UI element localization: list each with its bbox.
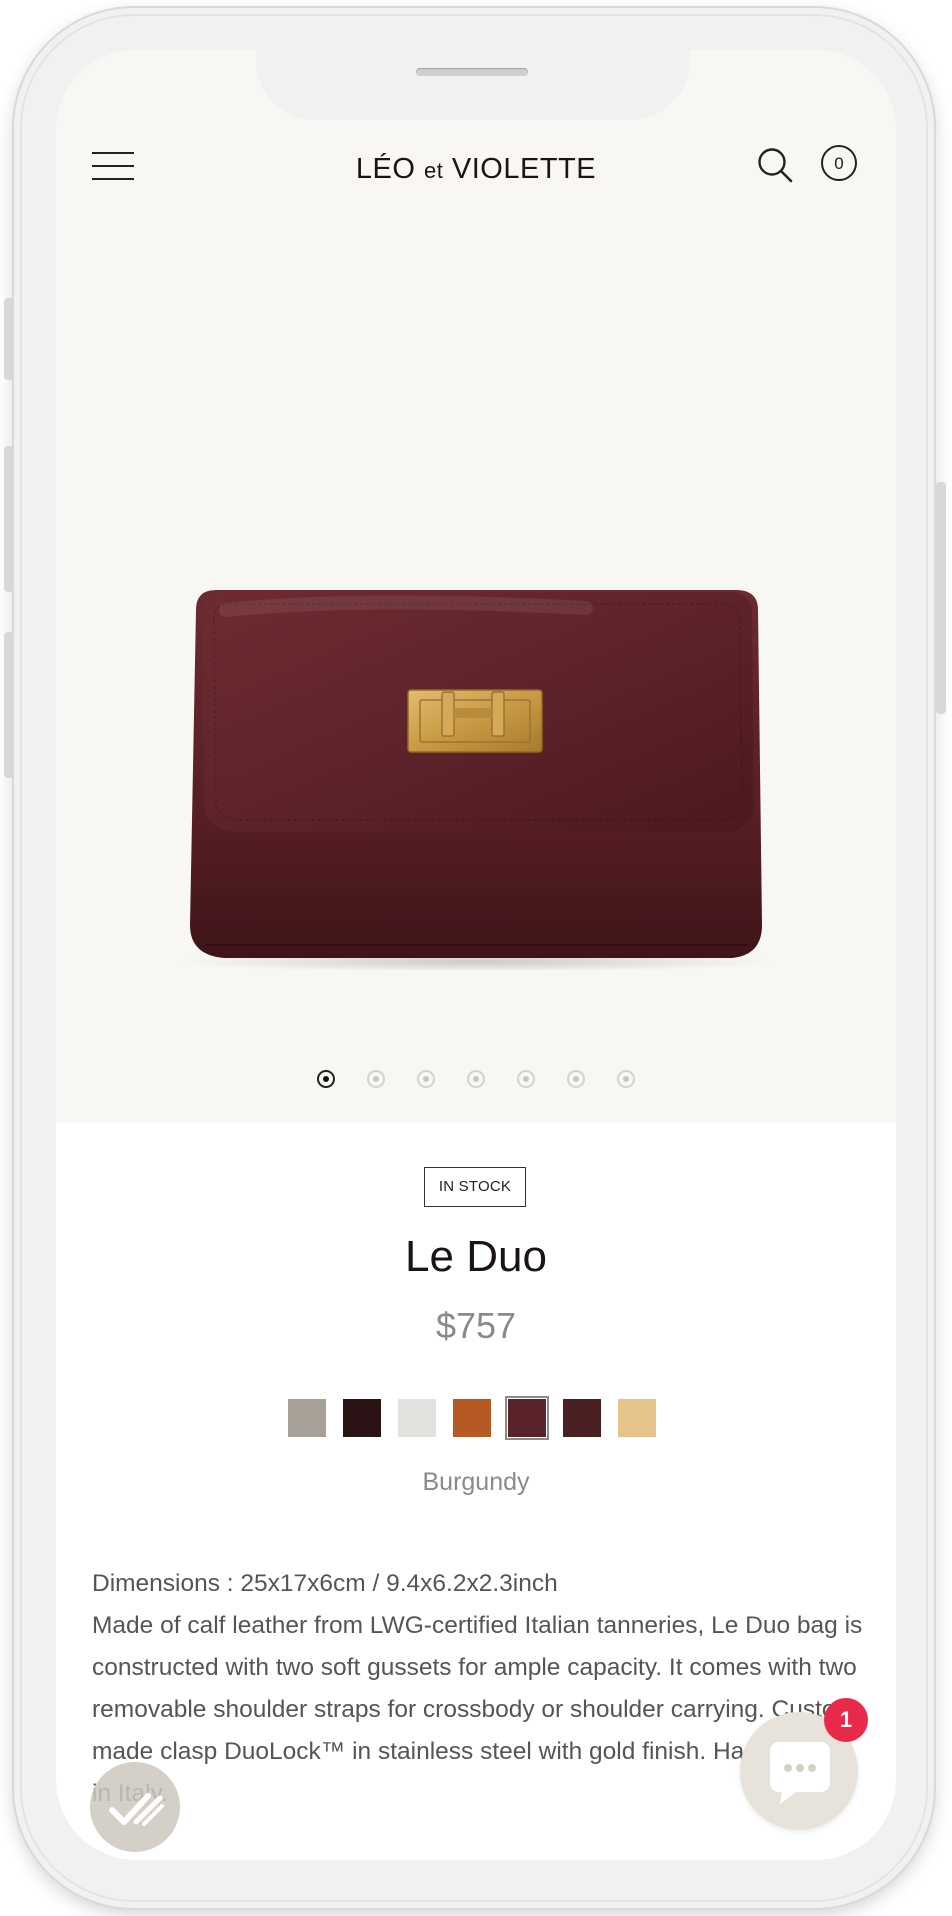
- phone-screen: LÉO et VIOLETTE 0 IN STOCK Le Duo $757 B…: [56, 50, 896, 1860]
- product-dimensions: Dimensions : 25x17x6cm / 9.4x6.2x2.3inch: [92, 1570, 558, 1597]
- cart-count: 0: [834, 154, 844, 173]
- gallery-dot-7[interactable]: [617, 1070, 635, 1088]
- volume-down-button: [4, 632, 14, 778]
- swatch-light-grey[interactable]: [398, 1399, 436, 1437]
- product-price: $757: [435, 1305, 517, 1346]
- swatch-dark-brown[interactable]: [343, 1399, 381, 1437]
- stock-badge: IN STOCK: [424, 1167, 526, 1207]
- gallery-pagination: [56, 1070, 896, 1088]
- gallery-dot-1[interactable]: [317, 1070, 335, 1088]
- product-title: Le Duo: [405, 1232, 547, 1281]
- gallery-dot-4[interactable]: [467, 1070, 485, 1088]
- reviews-button[interactable]: [90, 1762, 180, 1852]
- gallery-dot-6[interactable]: [567, 1070, 585, 1088]
- power-button: [936, 482, 946, 714]
- search-icon[interactable]: [756, 146, 794, 184]
- notch: [256, 50, 690, 120]
- volume-up-button: [4, 446, 14, 592]
- product-image[interactable]: [166, 550, 786, 970]
- chat-unread-badge: 1: [824, 1698, 868, 1742]
- gallery-dot-5[interactable]: [517, 1070, 535, 1088]
- double-check-icon: [109, 1793, 164, 1826]
- cart-icon[interactable]: 0: [821, 145, 857, 181]
- mute-switch: [4, 298, 14, 380]
- gallery-dot-2[interactable]: [367, 1070, 385, 1088]
- speaker: [416, 68, 528, 76]
- logo-text-end: VIOLETTE: [451, 153, 597, 185]
- logo-text-small: et: [423, 158, 444, 183]
- swatch-cognac[interactable]: [453, 1399, 491, 1437]
- swatch-chocolate[interactable]: [563, 1399, 601, 1437]
- swatch-burgundy[interactable]: [505, 1396, 549, 1440]
- swatch-sand[interactable]: [618, 1399, 656, 1437]
- swatch-taupe[interactable]: [288, 1399, 326, 1437]
- color-swatches: [288, 1396, 688, 1441]
- selected-color-name: Burgundy: [422, 1468, 530, 1496]
- gallery-dot-3[interactable]: [417, 1070, 435, 1088]
- logo-text-main: LÉO: [355, 153, 416, 185]
